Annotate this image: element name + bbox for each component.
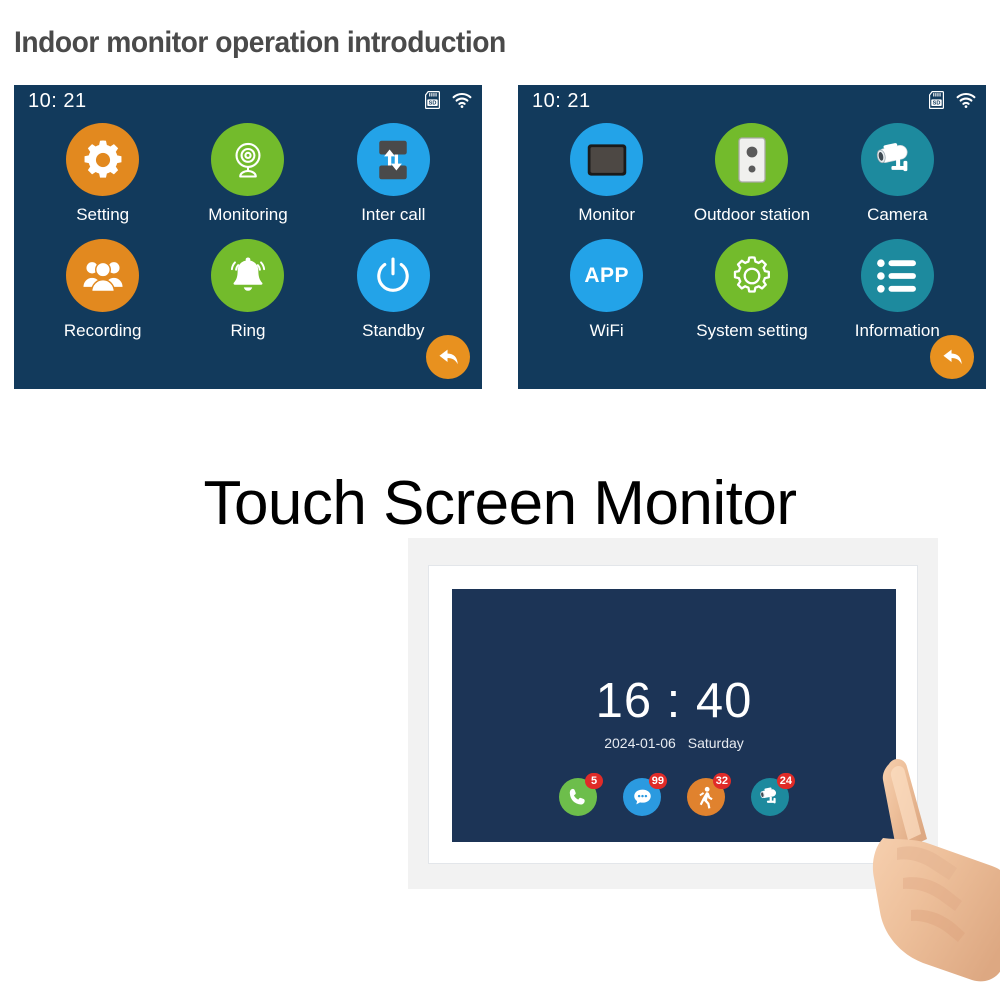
svg-text:SD: SD [429, 101, 437, 107]
camera-app[interactable]: 24 [751, 773, 795, 816]
menu-item-label: Information [854, 321, 940, 340]
hero-title: Touch Screen Monitor [203, 469, 797, 538]
badge: 24 [776, 773, 795, 789]
page-title: Indoor monitor operation introduction [14, 26, 506, 59]
list-icon [877, 258, 917, 293]
app-text-icon: APP [584, 263, 629, 287]
menu-item-label: Monitoring [208, 205, 288, 224]
menu-item-label: Inter call [361, 205, 426, 224]
menu-item-inter-call[interactable]: Inter call [321, 123, 466, 225]
door-station-icon [738, 136, 766, 183]
menu-item-label: Monitor [578, 205, 635, 224]
menu-item-ring[interactable]: Ring [175, 239, 320, 341]
monitor-bubble[interactable] [570, 123, 644, 196]
setting-bubble[interactable] [66, 123, 140, 196]
menu-item-label: Standby [362, 321, 425, 340]
status-time: 10: 21 [28, 90, 87, 112]
sd-card-icon: SD [425, 91, 440, 109]
menu-item-outdoor-station[interactable]: Outdoor station [679, 123, 824, 225]
gear-outline-icon [733, 255, 770, 293]
badge: 5 [585, 773, 603, 789]
menu-item-label: Setting [76, 205, 130, 224]
sd-card-icon: SD [929, 91, 944, 109]
webcam-icon [235, 142, 261, 178]
bell-icon [230, 256, 266, 291]
back-button[interactable] [426, 335, 470, 379]
walking-icon [699, 786, 713, 809]
app-shortcut-row: 5 99 32 24 [452, 773, 896, 816]
back-arrow-icon [943, 349, 962, 365]
pointing-hand-icon [872, 758, 1000, 982]
ring-bubble[interactable] [211, 239, 285, 312]
menu-screen-1: 10: 21 SD Setting Monitoring Inter call … [14, 85, 482, 389]
back-arrow-icon [439, 349, 458, 365]
menu-screen-2: 10: 21 SD Monitor Outdoor station Camera… [518, 85, 986, 389]
page-root: Indoor monitor operation introduction 10… [0, 0, 1000, 1000]
gear-icon [84, 139, 122, 178]
menu-item-information[interactable]: Information [825, 239, 970, 341]
menu-item-setting[interactable]: Setting [30, 123, 175, 225]
badge: 32 [712, 773, 731, 789]
clock-date-value: 2024-01-06 [604, 735, 676, 751]
power-icon [377, 256, 410, 292]
menu-grid-1: Setting Monitoring Inter call Recording … [14, 117, 482, 341]
camera-bubble[interactable] [860, 123, 934, 196]
monitor-icon [587, 143, 626, 176]
menu-item-wifi[interactable]: APP WiFi [534, 239, 679, 341]
recording-bubble[interactable] [66, 239, 140, 312]
status-bar-2: 10: 21 SD [518, 85, 986, 121]
back-button[interactable] [930, 335, 974, 379]
menu-item-label: Outdoor station [693, 205, 811, 224]
device-screen[interactable]: 16 : 40 2024-01-06 Saturday 5 99 32 24 [452, 589, 896, 842]
menu-item-standby[interactable]: Standby [321, 239, 466, 341]
standby-bubble[interactable] [356, 239, 430, 312]
menu-item-label: System setting [696, 321, 808, 340]
status-bar-1: 10: 21 SD [14, 85, 482, 121]
cctv-icon [760, 787, 777, 804]
message-icon [633, 789, 651, 805]
intercom-icon [379, 140, 408, 179]
phone-icon [569, 788, 585, 805]
people-icon [83, 261, 123, 292]
menu-item-monitoring[interactable]: Monitoring [175, 123, 320, 225]
clock-date: 2024-01-06 Saturday [452, 735, 896, 751]
menu-item-label: Camera [867, 205, 928, 224]
clock-weekday: Saturday [687, 735, 744, 751]
outdoor-station-bubble[interactable] [715, 123, 789, 196]
menu-item-label: WiFi [589, 321, 624, 340]
menu-item-camera[interactable]: Camera [825, 123, 970, 225]
inter-call-bubble[interactable] [356, 123, 430, 196]
badge: 99 [648, 773, 667, 789]
wifi-bubble[interactable]: APP [570, 239, 644, 312]
cctv-camera-icon [877, 142, 908, 171]
menu-item-recording[interactable]: Recording [30, 239, 175, 341]
monitoring-bubble[interactable] [211, 123, 285, 196]
message-app[interactable]: 99 [623, 773, 667, 816]
svg-text:SD: SD [933, 101, 941, 107]
system-setting-bubble[interactable] [715, 239, 789, 312]
status-icons: SD [929, 91, 976, 109]
status-time: 10: 21 [532, 90, 591, 112]
motion-app[interactable]: 32 [687, 773, 731, 816]
wifi-icon [452, 93, 472, 108]
menu-item-label: Recording [63, 321, 142, 340]
menu-grid-2: Monitor Outdoor station Camera APP WiFi … [518, 117, 986, 341]
wifi-icon [956, 93, 976, 108]
menu-item-label: Ring [230, 321, 266, 340]
information-bubble[interactable] [860, 239, 934, 312]
menu-item-monitor[interactable]: Monitor [534, 123, 679, 225]
status-icons: SD [425, 91, 472, 109]
call-app[interactable]: 5 [559, 773, 603, 816]
menu-item-system-setting[interactable]: System setting [679, 239, 824, 341]
clock-time: 16 : 40 [595, 674, 753, 728]
